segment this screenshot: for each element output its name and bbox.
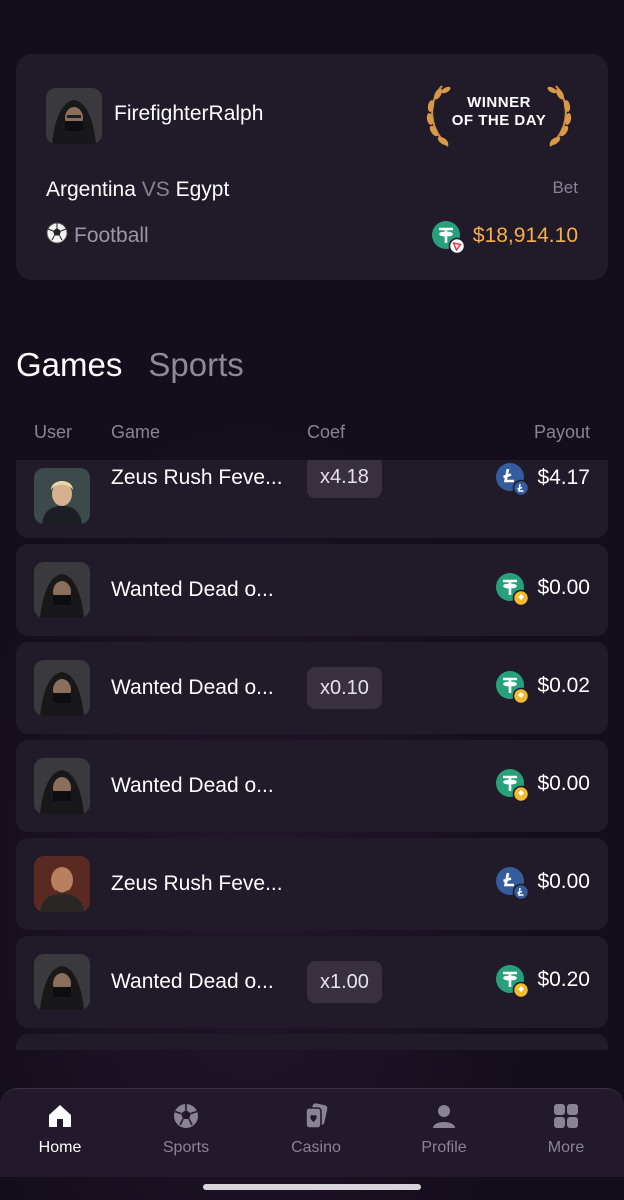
coef-chip: x1.00 xyxy=(307,961,382,1003)
home-icon xyxy=(10,1101,110,1131)
payout-value: $0.20 xyxy=(537,968,590,991)
table-row[interactable]: Wanted Dead o... x1.00 $0.20 xyxy=(16,936,608,1028)
nav-label: Profile xyxy=(421,1139,467,1156)
bet-label: Bet xyxy=(552,178,578,197)
nav-sports[interactable]: Sports xyxy=(136,1101,236,1157)
hooded-ninja-avatar xyxy=(34,954,90,1010)
row-payout: $0.00 xyxy=(495,768,590,803)
nav-more[interactable]: More xyxy=(516,1101,616,1157)
tether-bnb-icon xyxy=(495,572,530,607)
nav-label: Home xyxy=(38,1139,82,1156)
match-title: Argentina VS Egypt xyxy=(46,178,229,202)
payout-value: $0.00 xyxy=(537,772,590,795)
sport-label: Football xyxy=(46,222,149,250)
bald-man-avatar xyxy=(34,856,90,912)
winner-of-the-day-card[interactable]: FirefighterRalph WINNER OF THE DAY Argen… xyxy=(16,54,608,280)
winner-username[interactable]: FirefighterRalph xyxy=(114,102,263,126)
avatar xyxy=(46,88,102,144)
team-away: Egypt xyxy=(175,178,230,201)
soccer-ball-icon xyxy=(136,1101,236,1131)
row-payout: $0.20 xyxy=(495,964,590,999)
bet-amount-value: $18,914.10 xyxy=(472,224,578,247)
column-coef: Coef xyxy=(307,422,346,442)
bottom-nav: Home Sports Casino Profile More xyxy=(0,1088,624,1177)
blonde-man-avatar xyxy=(34,468,90,524)
nav-label: More xyxy=(547,1139,585,1156)
tether-bnb-icon xyxy=(495,768,530,803)
sport-name: Football xyxy=(74,224,149,247)
tab-games[interactable]: Games xyxy=(16,346,122,384)
litecoin-icon xyxy=(495,462,530,497)
tether-bnb-icon xyxy=(495,670,530,705)
row-payout: $0.00 xyxy=(495,866,590,901)
row-game-name[interactable]: Wanted Dead o... xyxy=(111,970,274,994)
row-game-name[interactable]: Wanted Dead o... xyxy=(111,578,274,602)
winner-of-the-day-badge: WINNER OF THE DAY xyxy=(418,80,580,152)
payout-value: $4.17 xyxy=(537,466,590,489)
column-payout: Payout xyxy=(533,422,590,442)
row-game-name[interactable]: Wanted Dead o... xyxy=(111,676,274,700)
table-row[interactable] xyxy=(16,1034,608,1050)
row-game-name[interactable]: Zeus Rush Feve... xyxy=(111,872,283,896)
payout-value: $0.00 xyxy=(537,870,590,893)
cards-icon xyxy=(266,1101,366,1131)
tab-sports[interactable]: Sports xyxy=(148,346,243,384)
soccer-ball-icon xyxy=(46,222,68,250)
table-row[interactable]: Wanted Dead o... $0.00 xyxy=(16,544,608,636)
coef-chip: x0.10 xyxy=(307,667,382,709)
hooded-ninja-avatar xyxy=(34,758,90,814)
nav-home[interactable]: Home xyxy=(10,1101,110,1157)
team-home: Argentina xyxy=(46,178,136,201)
row-payout: $0.00 xyxy=(495,572,590,607)
litecoin-icon xyxy=(495,866,530,901)
tether-bnb-icon xyxy=(495,964,530,999)
row-payout: $4.17 xyxy=(495,462,590,497)
home-indicator[interactable] xyxy=(203,1184,421,1190)
column-user: User xyxy=(34,422,73,442)
badge-line-2: OF THE DAY xyxy=(451,112,547,129)
table-row[interactable]: Zeus Rush Feve... x4.18 $4.17 xyxy=(16,460,608,538)
table-row[interactable]: Zeus Rush Feve... $0.00 xyxy=(16,838,608,930)
grid-icon xyxy=(516,1101,616,1131)
person-icon xyxy=(394,1101,494,1131)
payout-value: $0.00 xyxy=(537,576,590,599)
payout-value: $0.02 xyxy=(537,674,590,697)
tether-tron-icon xyxy=(431,220,466,255)
row-payout: $0.02 xyxy=(495,670,590,705)
hooded-ninja-avatar xyxy=(34,660,90,716)
vs-label: VS xyxy=(141,178,170,201)
coef-chip: x4.18 xyxy=(307,460,382,498)
table-header: User Game Coef Payout xyxy=(0,422,624,446)
badge-line-1: WINNER xyxy=(467,94,531,111)
table-row[interactable]: Wanted Dead o... $0.00 xyxy=(16,740,608,832)
nav-casino[interactable]: Casino xyxy=(266,1101,366,1157)
nav-label: Casino xyxy=(291,1139,341,1156)
column-game: Game xyxy=(111,422,161,442)
nav-label: Sports xyxy=(162,1139,210,1156)
table-row[interactable]: Wanted Dead o... x0.10 $0.02 xyxy=(16,642,608,734)
tab-bar: Games Sports xyxy=(16,346,244,384)
hooded-ninja-avatar xyxy=(34,562,90,618)
row-game-name[interactable]: Wanted Dead o... xyxy=(111,774,274,798)
nav-profile[interactable]: Profile xyxy=(394,1101,494,1157)
bets-list[interactable]: Zeus Rush Feve... x4.18 $4.17 Wanted Dea… xyxy=(16,460,608,1050)
row-game-name[interactable]: Zeus Rush Feve... xyxy=(111,466,283,490)
bet-amount: $18,914.10 xyxy=(431,220,578,255)
